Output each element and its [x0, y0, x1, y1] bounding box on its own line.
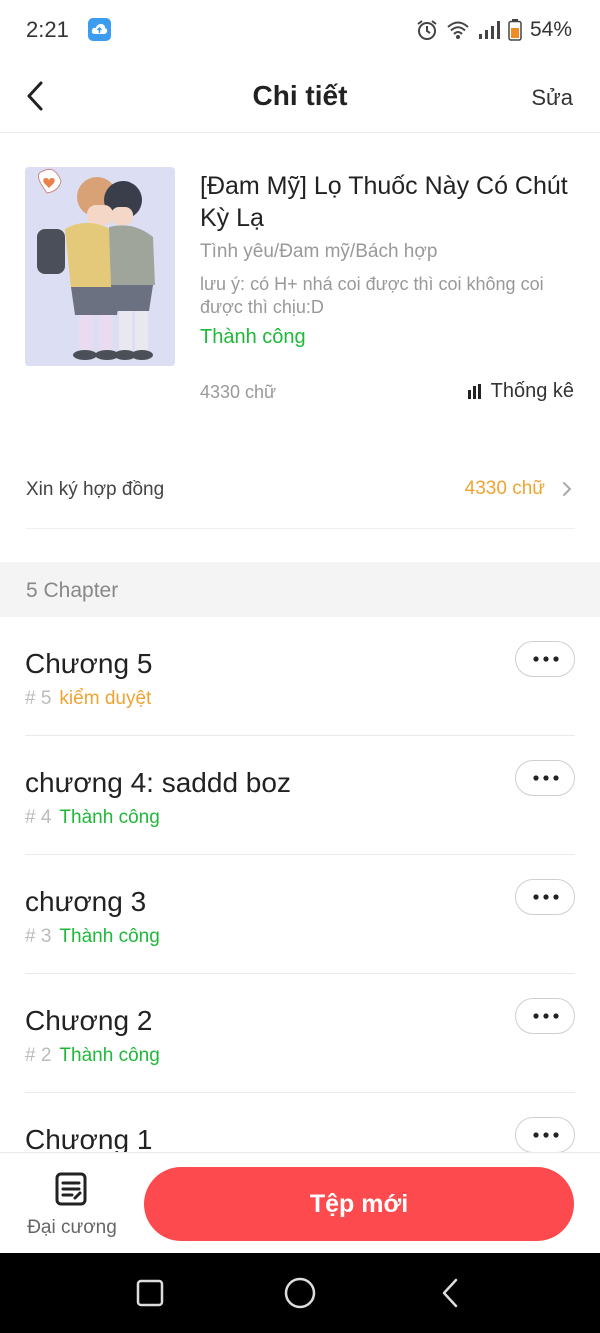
more-horizontal-icon: [533, 656, 559, 662]
chapter-number: # 2: [25, 1045, 52, 1066]
more-horizontal-icon: [533, 1013, 559, 1019]
recent-apps-button[interactable]: [132, 1275, 168, 1311]
outline-label: Đại cương: [27, 1217, 117, 1238]
chapter-status: Thành công: [59, 807, 160, 828]
stats-button[interactable]: Thống kê: [467, 380, 574, 403]
chapter-status: Thành công: [59, 1045, 160, 1066]
more-horizontal-icon: [533, 775, 559, 781]
more-horizontal-icon: [533, 894, 559, 900]
chapter-more-button[interactable]: [515, 641, 575, 677]
chapter-more-button[interactable]: [515, 760, 575, 796]
word-count: 4330 chữ: [200, 382, 277, 402]
battery-percent: 54%: [529, 18, 572, 41]
chapter-status: Thành công: [59, 926, 160, 947]
chapter-number: # 5: [25, 688, 52, 709]
triangle-back-icon: [442, 1278, 458, 1308]
chapter-meta: # 5 kiểm duyệt: [25, 688, 151, 710]
contract-label: Xin ký hợp đồng: [26, 479, 165, 500]
chapter-more-button[interactable]: [515, 879, 575, 915]
chapter-meta: # 2 Thành công: [25, 1045, 160, 1067]
home-button[interactable]: [282, 1275, 318, 1311]
circle-icon: [284, 1277, 316, 1309]
contract-row[interactable]: Xin ký hợp đồng 4330 chữ: [26, 450, 575, 529]
alarm-icon: [417, 20, 437, 40]
outline-button[interactable]: Đại cương: [22, 1169, 122, 1241]
system-back-button[interactable]: [432, 1275, 468, 1311]
chapter-title: Chương 2: [25, 1005, 153, 1036]
chapter-number: # 4: [25, 807, 52, 828]
chapter-item[interactable]: Chương 5 # 5 kiểm duyệt: [25, 617, 575, 736]
chapter-meta: # 4 Thành công: [25, 807, 160, 829]
status-icons: 54%: [416, 16, 572, 44]
chapter-title: chương 4: saddd boz: [25, 767, 291, 798]
book-status: Thành công: [200, 326, 306, 348]
status-bar: 2:21 54%: [0, 0, 600, 60]
cloud-app-icon: [88, 18, 111, 41]
square-icon: [136, 1279, 164, 1307]
signal-icon: [478, 21, 500, 39]
chapter-title: Chương 5: [25, 648, 153, 679]
bottom-action-bar: Đại cương Tệp mới: [0, 1152, 600, 1253]
chapter-status: kiểm duyệt: [59, 688, 152, 709]
chevron-right-icon: [563, 482, 572, 496]
book-cover-image[interactable]: [25, 167, 175, 366]
more-horizontal-icon: [533, 1132, 559, 1138]
book-genre: Tình yêu/Đam mỹ/Bách hợp: [200, 241, 438, 262]
chapter-meta: # 3 Thành công: [25, 926, 160, 948]
chapter-item[interactable]: Chương 2 # 2 Thành công: [25, 974, 575, 1093]
status-time: 2:21: [26, 17, 69, 42]
page-title: Chi tiết: [252, 80, 348, 111]
chapter-more-button[interactable]: [515, 1117, 575, 1153]
book-title: [Đam Mỹ] Lọ Thuốc Này Có Chút Kỳ Lạ: [200, 172, 568, 232]
chapter-item[interactable]: chương 3 # 3 Thành công: [25, 855, 575, 974]
chapter-title: chương 3: [25, 886, 147, 917]
new-file-button[interactable]: Tệp mới: [144, 1167, 574, 1241]
bar-chart-icon: [467, 383, 481, 399]
top-app-bar: Chi tiết Sửa: [0, 60, 600, 133]
system-nav-bar: [0, 1253, 600, 1333]
edit-button[interactable]: Sửa: [531, 85, 573, 111]
book-note: lưu ý: có H+ nhá coi được thì coi không …: [200, 274, 544, 317]
stats-label: Thống kê: [490, 380, 574, 402]
document-icon: [55, 1172, 87, 1206]
chapter-item[interactable]: chương 4: saddd boz # 4 Thành công: [25, 736, 575, 855]
wifi-icon: [447, 21, 469, 39]
battery-icon: [508, 19, 522, 41]
chapter-more-button[interactable]: [515, 998, 575, 1034]
chapter-section-header: 5 Chapter: [0, 562, 600, 617]
contract-value: 4330 chữ: [464, 478, 545, 499]
chapter-count: 5 Chapter: [26, 579, 119, 602]
chapter-number: # 3: [25, 926, 52, 947]
